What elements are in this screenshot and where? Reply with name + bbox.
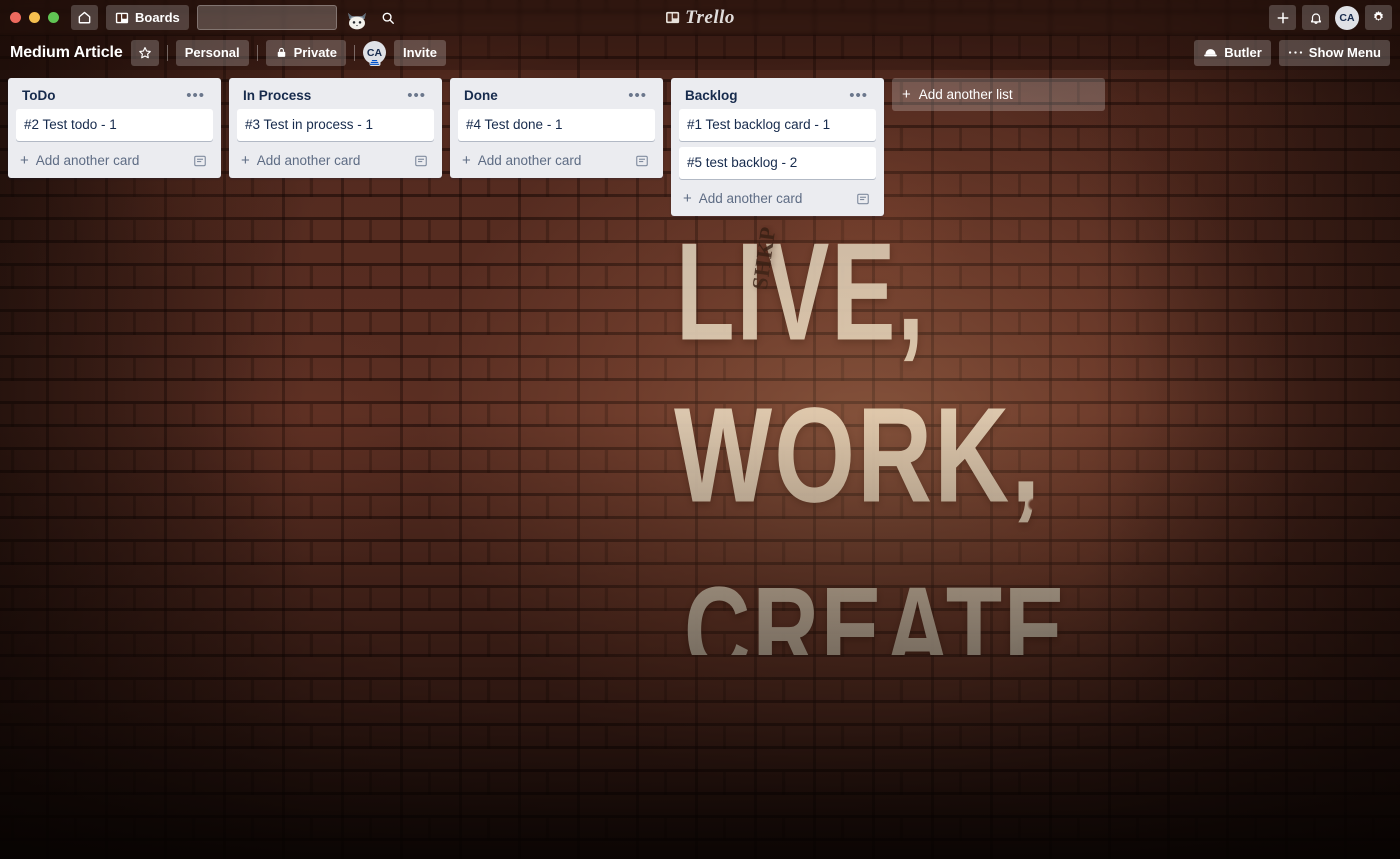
list-actions-icon[interactable]: ••• (180, 88, 211, 103)
header-divider-3 (354, 44, 355, 61)
list-title[interactable]: Backlog (685, 88, 738, 103)
card[interactable]: #2 Test todo - 1 (16, 109, 213, 141)
invite-label: Invite (403, 45, 437, 60)
header-divider-2 (256, 44, 258, 61)
star-board-button[interactable] (130, 39, 159, 66)
add-card-label: Add another card (698, 191, 803, 206)
card-container: #3 Test in process - 1 (237, 109, 434, 141)
list-header: ToDo ••• (16, 84, 213, 109)
butler-label: Butler (1224, 45, 1262, 60)
board-lists-area: ToDo ••• #2 Test todo - 1 + Add another … (0, 70, 1400, 859)
list-title[interactable]: In Process (243, 88, 311, 103)
app-top-bar: Boards Trello CA (0, 0, 1400, 35)
list-title[interactable]: ToDo (22, 88, 56, 103)
card[interactable]: #4 Test done - 1 (458, 109, 655, 141)
list-header: Backlog ••• (679, 84, 876, 109)
home-icon (77, 10, 92, 25)
boards-label: Boards (135, 10, 180, 25)
gear-icon (1371, 10, 1386, 25)
add-card-button[interactable]: + Add another card (16, 147, 213, 174)
search-input[interactable] (204, 10, 381, 25)
plus-icon (1276, 11, 1290, 25)
top-bar-actions: CA (1269, 5, 1392, 30)
account-avatar[interactable]: CA (1335, 5, 1359, 30)
plus-icon: + (20, 152, 29, 169)
show-menu-label: Show Menu (1308, 45, 1381, 60)
list-header: Done ••• (458, 84, 655, 109)
list-in-process[interactable]: In Process ••• #3 Test in process - 1 + … (229, 78, 442, 178)
home-button[interactable] (71, 5, 98, 30)
add-card-button[interactable]: + Add another card (237, 147, 434, 174)
search-icon (381, 11, 395, 25)
premium-badge-icon (369, 58, 380, 66)
board-grid-icon (115, 11, 129, 25)
list-done[interactable]: Done ••• #4 Test done - 1 + Add another … (450, 78, 663, 178)
plus-icon: + (683, 190, 692, 207)
header-divider (166, 44, 168, 61)
invite-button[interactable]: Invite (394, 39, 446, 66)
card-template-icon[interactable] (414, 154, 428, 168)
butler-hat-icon (1203, 46, 1218, 59)
bell-icon (1309, 11, 1323, 25)
card-template-icon[interactable] (635, 154, 649, 168)
add-button[interactable] (1269, 5, 1296, 30)
list-todo[interactable]: ToDo ••• #2 Test todo - 1 + Add another … (8, 78, 221, 178)
settings-button[interactable] (1365, 5, 1392, 30)
board-member-avatar[interactable]: CA (363, 41, 386, 66)
card[interactable]: #1 Test backlog card - 1 (679, 109, 876, 141)
board-header-actions: Butler Show Menu (1194, 39, 1390, 66)
trello-board-icon (665, 10, 680, 25)
plus-icon: + (902, 86, 911, 103)
window-close-button[interactable] (10, 12, 21, 23)
search-container[interactable] (196, 5, 394, 30)
card-container: #4 Test done - 1 (458, 109, 655, 141)
card-container: #1 Test backlog card - 1 #5 test backlog… (679, 109, 876, 179)
trello-wordmark: Trello (685, 6, 735, 28)
add-list-label: Add another list (918, 87, 1013, 102)
star-icon (138, 46, 152, 60)
add-card-label: Add another card (256, 153, 361, 168)
visibility-label: Private (293, 45, 337, 60)
plus-icon: + (462, 152, 471, 169)
list-actions-icon[interactable]: ••• (401, 88, 432, 103)
list-actions-icon[interactable]: ••• (843, 88, 874, 103)
card-container: #2 Test todo - 1 (16, 109, 213, 141)
show-menu-button[interactable]: Show Menu (1278, 39, 1390, 66)
window-traffic-lights (8, 12, 63, 23)
window-minimize-button[interactable] (29, 12, 40, 23)
list-header: In Process ••• (237, 84, 434, 109)
butler-button[interactable]: Butler (1194, 39, 1271, 66)
notifications-button[interactable] (1302, 5, 1329, 30)
lock-icon (275, 46, 288, 59)
boards-button[interactable]: Boards (106, 5, 189, 30)
visibility-button[interactable]: Private (265, 39, 346, 66)
workspace-button[interactable]: Personal (175, 39, 249, 66)
add-card-button[interactable]: + Add another card (458, 147, 655, 174)
ellipsis-icon (1288, 50, 1303, 55)
trello-logo: Trello (665, 7, 735, 29)
list-title[interactable]: Done (464, 88, 498, 103)
add-card-label: Add another card (35, 153, 140, 168)
card-template-icon[interactable] (193, 154, 207, 168)
add-card-button[interactable]: + Add another card (679, 185, 876, 212)
list-backlog[interactable]: Backlog ••• #1 Test backlog card - 1 #5 … (671, 78, 884, 216)
card[interactable]: #5 test backlog - 2 (679, 147, 876, 179)
list-actions-icon[interactable]: ••• (622, 88, 653, 103)
card-template-icon[interactable] (856, 192, 870, 206)
board-title[interactable]: Medium Article (10, 44, 123, 62)
add-list-button[interactable]: + Add another list (892, 78, 1105, 111)
window-zoom-button[interactable] (48, 12, 59, 23)
member-initials: CA (366, 46, 383, 59)
add-card-label: Add another card (477, 153, 582, 168)
avatar-initials: CA (1339, 11, 1355, 24)
board-header: Medium Article Personal Private CA Invit… (0, 35, 1400, 70)
card[interactable]: #3 Test in process - 1 (237, 109, 434, 141)
plus-icon: + (241, 152, 250, 169)
workspace-label: Personal (184, 45, 240, 60)
